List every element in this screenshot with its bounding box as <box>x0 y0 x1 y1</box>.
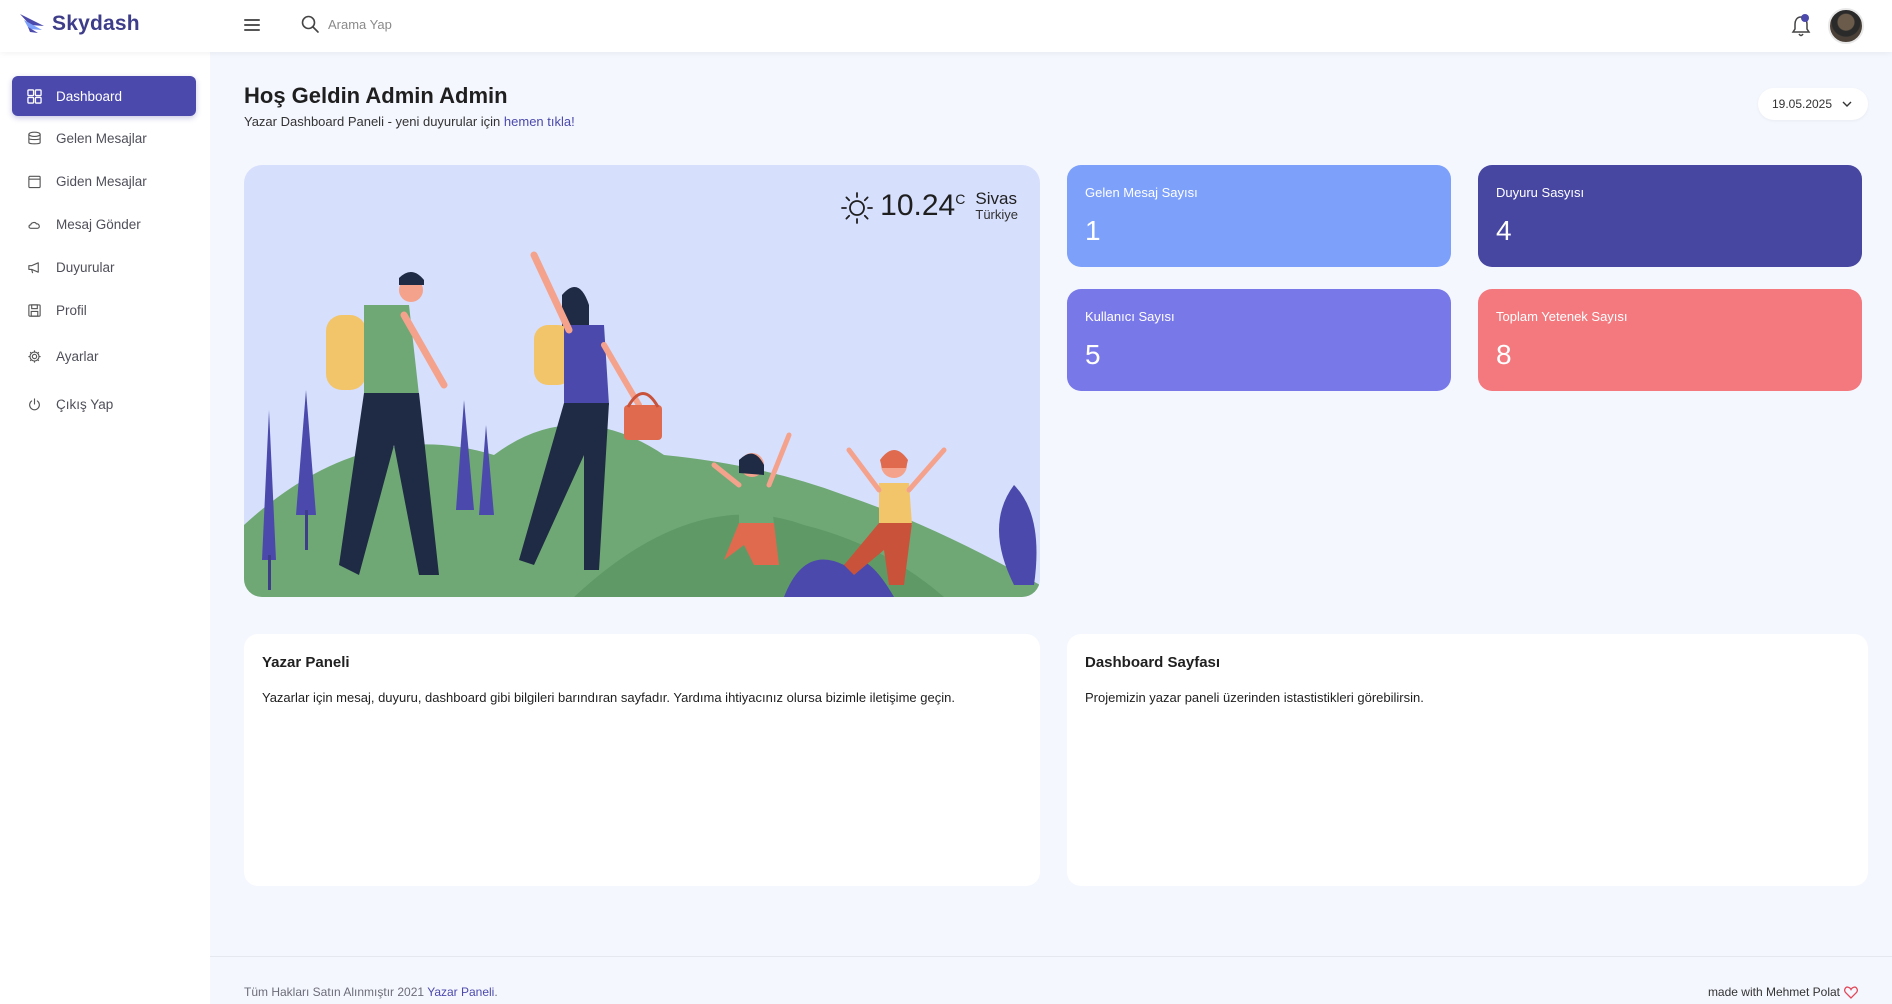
main-content: Hoş Geldin Admin Admin Yazar Dashboard P… <box>210 52 1892 1004</box>
card-title: Dashboard Sayfası <box>1085 654 1221 671</box>
search-icon[interactable] <box>300 14 320 34</box>
sidebar-item-duyurular[interactable]: Duyurular <box>12 247 196 287</box>
footer-copyright: Tüm Hakları Satın Alınmıştır 2021 Yazar … <box>244 985 498 999</box>
save-icon <box>26 302 42 318</box>
sidebar-item-cikis-yap[interactable]: Çıkış Yap <box>12 384 196 424</box>
info-card-writer-panel: Yazar Paneli Yazarlar için mesaj, duyuru… <box>244 634 1040 886</box>
sidebar-item-label: Ayarlar <box>56 348 99 364</box>
sun-icon <box>841 192 874 224</box>
sidebar-item-label: Giden Mesajlar <box>56 173 147 189</box>
info-card-dashboard-page: Dashboard Sayfası Projemizin yazar panel… <box>1067 634 1868 886</box>
copyright-text: Tüm Hakları Satın Alınmıştır 2021 <box>244 985 425 999</box>
stat-label: Kullanıcı Sayısı <box>1085 309 1175 324</box>
date-value: 19.05.2025 <box>1771 97 1833 111</box>
sidebar-item-label: Çıkış Yap <box>56 396 114 412</box>
sidebar-item-giden-mesajlar[interactable]: Giden Mesajlar <box>12 161 196 201</box>
temperature: 10.24C <box>880 189 965 223</box>
sidebar: Dashboard Gelen Mesajlar Giden Mesajlar … <box>0 52 210 1004</box>
grid-icon <box>26 88 42 104</box>
database-icon <box>26 130 42 146</box>
stat-card-announcements[interactable]: Duyuru Sasyısı 4 <box>1478 165 1862 267</box>
notification-dot <box>1801 14 1809 22</box>
search-input[interactable] <box>328 16 528 32</box>
sidebar-item-mesaj-gonder[interactable]: Mesaj Gönder <box>12 204 196 244</box>
skydash-logo-icon <box>20 14 44 33</box>
brand-name: Skydash <box>52 12 140 35</box>
sidebar-item-label: Duyurular <box>56 259 115 275</box>
sidebar-item-gelen-mesajlar[interactable]: Gelen Mesajlar <box>12 118 196 158</box>
location: Sivas Türkiye <box>975 189 1018 222</box>
chevron-down-icon <box>1842 101 1852 107</box>
stat-card-users[interactable]: Kullanıcı Sayısı 5 <box>1067 289 1451 391</box>
sidebar-item-label: Dashboard <box>56 88 123 104</box>
date-dropdown[interactable]: 19.05.2025 <box>1758 88 1868 120</box>
sidebar-item-profil[interactable]: Profil <box>12 290 196 330</box>
stat-value: 4 <box>1496 215 1512 246</box>
user-avatar[interactable] <box>1828 8 1864 44</box>
stat-value: 8 <box>1496 339 1512 370</box>
city-name: Sivas <box>975 189 1017 208</box>
gear-icon <box>26 348 42 364</box>
footer-period: . <box>494 985 498 999</box>
card-text: Yazarlar için mesaj, duyuru, dashboard g… <box>262 690 955 705</box>
sidebar-item-label: Gelen Mesajlar <box>56 130 147 146</box>
hiking-family-illustration <box>244 251 1040 597</box>
brand-logo[interactable]: Skydash <box>18 10 140 38</box>
stat-card-skills[interactable]: Toplam Yetenek Sayısı 8 <box>1478 289 1862 391</box>
footer-credit: made with Mehmet Polat <box>1708 985 1858 999</box>
stat-value: 1 <box>1085 215 1101 246</box>
menu-toggle-icon[interactable] <box>244 16 262 36</box>
stat-label: Gelen Mesaj Sayısı <box>1085 185 1198 200</box>
search-bar <box>300 14 528 34</box>
stat-card-incoming-messages[interactable]: Gelen Mesaj Sayısı 1 <box>1067 165 1451 267</box>
power-icon <box>26 396 42 412</box>
subtitle-text: Yazar Dashboard Paneli - yeni duyurular … <box>244 114 501 129</box>
stat-label: Duyuru Sasyısı <box>1496 185 1585 200</box>
weather-info: 10.24C Sivas Türkiye <box>840 189 1018 225</box>
temperature-value: 10.24 <box>880 189 956 222</box>
sidebar-item-ayarlar[interactable]: Ayarlar <box>12 336 196 376</box>
temperature-unit: C <box>955 191 966 207</box>
megaphone-icon <box>26 259 42 275</box>
stat-value: 5 <box>1085 339 1101 370</box>
calendar-icon <box>26 173 42 189</box>
page-title: Hoş Geldin Admin Admin <box>244 83 508 108</box>
made-with-text: made with Mehmet Polat <box>1707 985 1840 999</box>
announcements-link[interactable]: hemen tıkla! <box>504 114 575 129</box>
weather-card: 10.24C Sivas Türkiye <box>244 165 1040 597</box>
footer: Tüm Hakları Satın Alınmıştır 2021 Yazar … <box>210 956 1892 1004</box>
heart-icon <box>1844 985 1858 999</box>
page-subtitle: Yazar Dashboard Paneli - yeni duyurular … <box>244 114 575 129</box>
card-title: Yazar Paneli <box>262 654 350 671</box>
sidebar-item-label: Profil <box>56 302 87 318</box>
cloud-icon <box>26 216 42 232</box>
footer-link[interactable]: Yazar Paneli <box>427 985 494 999</box>
sidebar-item-label: Mesaj Gönder <box>56 216 141 232</box>
top-navbar: Skydash <box>0 0 1892 52</box>
sidebar-item-dashboard[interactable]: Dashboard <box>12 76 196 116</box>
country-name: Türkiye <box>975 207 1018 222</box>
card-text: Projemizin yazar paneli üzerinden istast… <box>1085 690 1424 705</box>
stat-label: Toplam Yetenek Sayısı <box>1496 309 1628 324</box>
